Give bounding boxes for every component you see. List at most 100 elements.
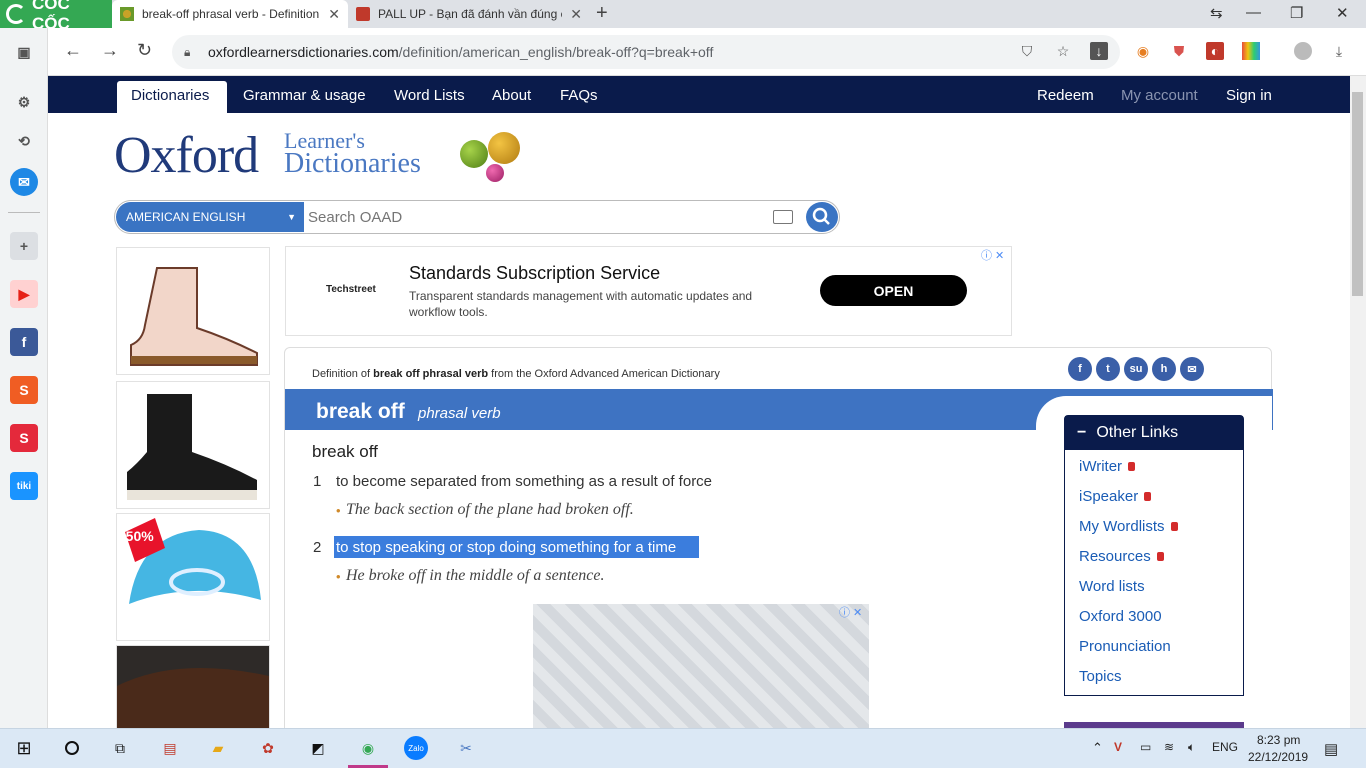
discount-badge: -50% xyxy=(121,528,154,544)
extension-red-icon[interactable]: ◐ xyxy=(1206,42,1224,60)
logo-oxford[interactable]: Oxford xyxy=(114,126,259,185)
windows-start-icon[interactable]: ⊞ xyxy=(12,736,36,760)
lock-icon xyxy=(1170,522,1178,531)
coccoc-taskbar-icon[interactable]: ◉ xyxy=(356,736,380,760)
cortana-icon[interactable] xyxy=(60,736,84,760)
clock-time[interactable]: 8:23 pm xyxy=(1257,733,1300,747)
search-input[interactable] xyxy=(308,204,768,230)
battery-icon[interactable]: ▭ xyxy=(1140,740,1151,754)
tab-pall-up[interactable]: PALL UP - Bạn đã đánh vần đúng c ✕ xyxy=(348,0,590,28)
app-paint-icon[interactable]: ✿ xyxy=(256,736,280,760)
add-app-icon[interactable]: + xyxy=(10,232,38,260)
link-iwriter[interactable]: iWriter xyxy=(1079,458,1136,475)
ad-product-shoe-brown[interactable] xyxy=(116,645,270,728)
nav-sign-in[interactable]: Sign in xyxy=(1226,87,1272,104)
bookmark-star-icon[interactable]: ☆ xyxy=(1054,42,1072,60)
ad-image-maze[interactable] xyxy=(533,604,869,728)
youtube-icon[interactable]: ▶ xyxy=(10,280,38,308)
input-language[interactable]: ENG xyxy=(1212,740,1238,754)
notifications-icon[interactable]: ▤ xyxy=(1324,740,1338,758)
search-icon xyxy=(812,207,830,225)
part-of-speech: phrasal verb xyxy=(418,405,501,422)
task-view-icon[interactable]: ⧉ xyxy=(108,736,132,760)
other-links-header[interactable]: − Other Links xyxy=(1065,416,1243,450)
link-topics[interactable]: Topics xyxy=(1079,668,1122,685)
app-snip-icon[interactable]: ✂ xyxy=(454,736,478,760)
restore-icon[interactable]: ❐ xyxy=(1290,4,1303,22)
downloads-icon[interactable]: ⤓ xyxy=(1330,42,1348,60)
wifi-icon[interactable]: ≋ xyxy=(1164,740,1174,754)
sendo-icon[interactable]: S xyxy=(10,424,38,452)
minimize-icon[interactable]: — xyxy=(1246,4,1261,21)
url-text[interactable]: oxfordlearnersdictionaries.com/definitio… xyxy=(208,44,713,60)
nav-dictionaries[interactable]: Dictionaries xyxy=(131,87,209,104)
ad-product-boot-pink[interactable] xyxy=(116,247,270,375)
lock-icon xyxy=(1128,462,1136,471)
nav-about[interactable]: About xyxy=(492,87,531,104)
ad-open-button[interactable]: OPEN xyxy=(820,275,967,306)
nav-grammar-usage[interactable]: Grammar & usage xyxy=(243,87,366,104)
nav-redeem[interactable]: Redeem xyxy=(1037,87,1094,104)
download-video-icon[interactable]: ↓ xyxy=(1090,42,1108,60)
back-icon[interactable]: ← xyxy=(64,40,82,61)
file-explorer-icon[interactable]: ▰ xyxy=(206,736,230,760)
zalo-icon[interactable]: Zalo xyxy=(404,736,428,760)
app-unikey-icon[interactable]: ▤ xyxy=(158,736,182,760)
sense-definition: to stop speaking or stop doing something… xyxy=(336,539,677,556)
nav-word-lists[interactable]: Word Lists xyxy=(394,87,465,104)
hi5-share-icon[interactable]: h xyxy=(1152,357,1176,381)
extension-chrome-icon[interactable]: ◉ xyxy=(1134,42,1152,60)
keyboard-icon[interactable] xyxy=(773,210,793,224)
email-share-icon[interactable]: ✉ xyxy=(1180,357,1204,381)
lock-icon[interactable]: 🔒︎ xyxy=(184,45,190,60)
nav-faqs[interactable]: FAQs xyxy=(560,87,598,104)
messenger-icon[interactable]: ✉ xyxy=(10,168,38,196)
shopee-icon[interactable]: S xyxy=(10,376,38,404)
tray-chevron-icon[interactable]: ⌃ xyxy=(1092,740,1103,756)
browser-brand[interactable]: CỐC CỐC xyxy=(0,0,112,33)
scrollbar-thumb[interactable] xyxy=(1352,92,1363,296)
shield-icon[interactable]: ⛉ xyxy=(1018,42,1036,60)
extension-shield-icon[interactable]: ⛊ xyxy=(1170,42,1188,60)
new-tab-button[interactable]: + xyxy=(596,2,608,25)
close-tab-icon[interactable]: ✕ xyxy=(570,6,582,23)
ad-close-icon[interactable]: ⓘ ✕ xyxy=(981,247,1004,263)
clock-date[interactable]: 22/12/2019 xyxy=(1248,750,1308,764)
extension-color-icon[interactable] xyxy=(1242,42,1260,60)
link-ispeaker[interactable]: iSpeaker xyxy=(1079,488,1152,505)
profile-avatar[interactable] xyxy=(1294,42,1312,60)
tab-break-off[interactable]: break-off phrasal verb - Definition ✕ xyxy=(112,0,348,28)
facebook-share-icon[interactable]: f xyxy=(1068,357,1092,381)
forward-icon[interactable]: → xyxy=(101,40,119,61)
history-icon[interactable]: ⟲ xyxy=(10,127,38,155)
link-resources[interactable]: Resources xyxy=(1079,548,1164,565)
ad-close-icon[interactable]: ⓘ ✕ xyxy=(839,604,862,620)
example-bullet: • xyxy=(336,569,341,584)
volume-icon[interactable]: 🔈︎ xyxy=(1188,740,1195,755)
unikey-tray-icon[interactable]: V xyxy=(1114,740,1122,754)
language-select[interactable]: AMERICAN ENGLISH ▼ xyxy=(116,202,304,232)
sidebar-toggle-icon[interactable]: ▣ xyxy=(10,38,38,66)
link-oxford-3000[interactable]: Oxford 3000 xyxy=(1079,608,1162,625)
nav-my-account[interactable]: My account xyxy=(1121,87,1198,104)
search-button[interactable] xyxy=(806,202,838,232)
ad-title[interactable]: Standards Subscription Service xyxy=(409,263,660,284)
headword: break off xyxy=(316,400,405,423)
app-sticky-icon[interactable]: ◩ xyxy=(306,736,330,760)
chevron-down-icon: ▼ xyxy=(287,212,296,222)
stumbleupon-share-icon[interactable]: su xyxy=(1124,357,1148,381)
link-my-wordlists[interactable]: My Wordlists xyxy=(1079,518,1178,535)
reload-icon[interactable]: ↻ xyxy=(137,40,152,61)
entry-subhead: break off xyxy=(312,442,378,461)
close-window-icon[interactable]: ✕ xyxy=(1336,4,1349,22)
link-pronunciation[interactable]: Pronunciation xyxy=(1079,638,1171,655)
tiki-icon[interactable]: tiki xyxy=(10,472,38,500)
facebook-icon[interactable]: f xyxy=(10,328,38,356)
sense-example: He broke off in the middle of a sentence… xyxy=(346,567,605,584)
tab-search-icon[interactable]: ⇆ xyxy=(1210,4,1223,22)
close-tab-icon[interactable]: ✕ xyxy=(328,6,340,23)
link-word-lists[interactable]: Word lists xyxy=(1079,578,1145,595)
ad-product-boot-black[interactable] xyxy=(116,381,270,509)
settings-icon[interactable]: ⚙ xyxy=(10,88,38,116)
twitter-share-icon[interactable]: t xyxy=(1096,357,1120,381)
